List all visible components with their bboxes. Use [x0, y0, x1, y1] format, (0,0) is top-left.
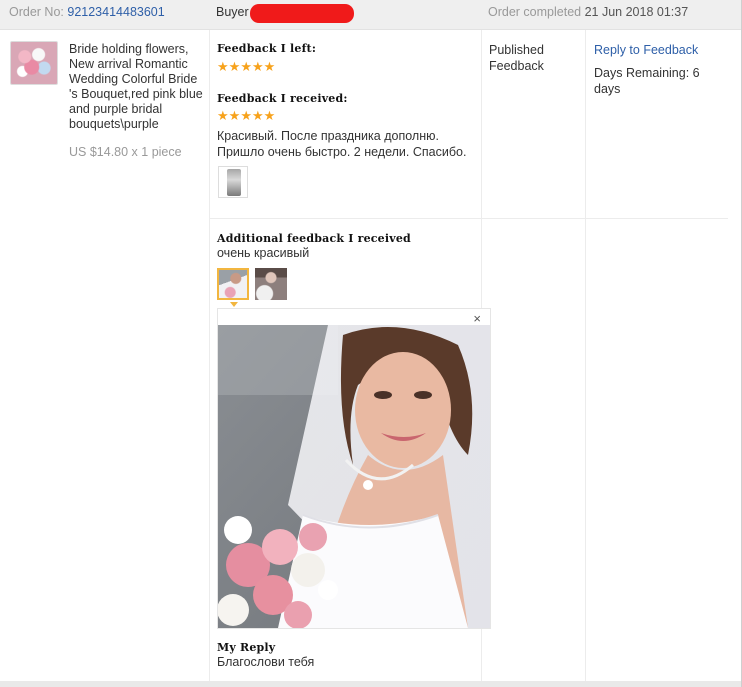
- star-icon: ★: [240, 108, 252, 123]
- my-reply-text: Благослови тебя: [217, 655, 315, 669]
- selected-thumbnail-caret: [230, 302, 238, 307]
- close-icon[interactable]: ×: [473, 312, 481, 326]
- feedback-left-label: Feedback I left:: [217, 42, 317, 55]
- column-divider: [585, 30, 586, 682]
- redacted-buyer-name: [250, 4, 354, 23]
- star-icon: ★: [263, 108, 276, 123]
- bride-photo-image: [218, 325, 490, 628]
- days-remaining: Days Remaining: 6 days: [594, 66, 700, 96]
- order-header: Order No: 92123414483601 Buyer Order com…: [0, 0, 741, 30]
- additional-feedback-text: очень красивый: [217, 246, 310, 260]
- feedback-received-label: Feedback I received:: [217, 92, 348, 105]
- feedback-left-stars: ★★★★★: [217, 60, 275, 73]
- star-icon: ★: [228, 108, 241, 123]
- star-icon: ★: [251, 59, 264, 74]
- feedback-received-stars: ★★★★★: [217, 109, 275, 122]
- reply-to-feedback-link[interactable]: Reply to Feedback: [594, 42, 698, 58]
- order-number-group: Order No: 92123414483601: [9, 0, 165, 24]
- product-thumbnail[interactable]: [10, 41, 58, 85]
- star-icon: ★: [228, 59, 241, 74]
- star-icon: ★: [217, 59, 229, 74]
- bottom-bar: [0, 681, 741, 687]
- additional-photo-thumbnail[interactable]: [255, 268, 287, 300]
- additional-photo-thumbnail-selected[interactable]: [217, 268, 249, 300]
- photo-preview: ×: [217, 308, 491, 629]
- buyer-label: Buyer: [216, 5, 249, 19]
- feedback-received-text: Красивый. После праздника дополню. Пришл…: [217, 129, 467, 159]
- order-number-link[interactable]: 92123414483601: [67, 5, 164, 19]
- order-completed-label: Order completed: [488, 5, 582, 19]
- my-reply-label: My Reply: [217, 641, 276, 654]
- star-icon: ★: [217, 108, 229, 123]
- order-completed-date: 21 Jun 2018 01:37: [584, 5, 689, 19]
- column-divider: [209, 30, 210, 682]
- star-icon: ★: [263, 59, 276, 74]
- row-divider: [209, 218, 728, 219]
- feedback-status: Published Feedback: [489, 43, 544, 73]
- order-completed-group: Order completed 21 Jun 2018 01:37: [488, 0, 688, 24]
- additional-feedback-label: Additional feedback I received: [217, 232, 411, 245]
- order-number-label: Order No:: [9, 5, 64, 19]
- product-title[interactable]: Bride holding flowers, New arrival Roman…: [69, 42, 205, 132]
- product-price: US $14.80 x 1 piece: [69, 145, 182, 159]
- star-icon: ★: [240, 59, 252, 74]
- feedback-photo-large: [218, 325, 490, 628]
- star-icon: ★: [251, 108, 264, 123]
- feedback-photo-thumbnail[interactable]: [218, 166, 248, 198]
